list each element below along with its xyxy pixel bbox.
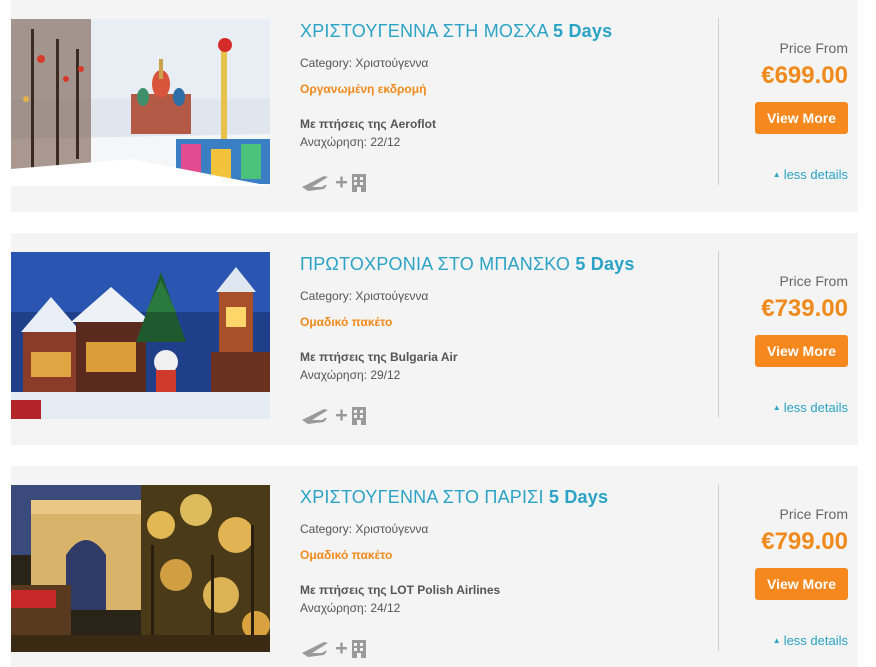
price-label: Price From — [779, 506, 848, 522]
offer-type: Ομαδικό πακέτο — [300, 548, 393, 562]
moscow-red-square-image[interactable] — [11, 19, 270, 186]
offer-departure: Αναχώρηση: 29/12 — [300, 368, 401, 382]
plus-icon — [336, 409, 347, 421]
offer-departure: Αναχώρηση: 24/12 — [300, 601, 401, 615]
offer-title[interactable]: ΠΡΩΤΟΧΡΟΝΙΑ ΣΤΟ ΜΠΑΝΣΚΟ 5 Days — [300, 254, 635, 275]
offer-category: Category: Χριστούγεννα — [300, 289, 429, 303]
offer-type: Οργανωμένη εκδρομή — [300, 82, 427, 96]
offer-category: Category: Χριστούγεννα — [300, 522, 429, 536]
hotel-icon — [352, 174, 366, 192]
offer-flights: Με πτήσεις της Bulgaria Air — [300, 350, 458, 364]
bansko-christmas-market-image[interactable] — [11, 252, 270, 419]
offer-title[interactable]: ΧΡΙΣΤΟΥΓΕΝΝΑ ΣΤΟ ΠΑΡΙΣΙ 5 Days — [300, 487, 608, 508]
offer-card: ΧΡΙΣΤΟΥΓΕΝΝΑ ΣΤΗ ΜΟΣΧΑ 5 Days Category: … — [11, 0, 858, 212]
view-more-button[interactable]: View More — [755, 568, 848, 600]
paris-arc-de-triomphe-image[interactable] — [11, 485, 270, 652]
divider — [718, 18, 719, 185]
view-more-button[interactable]: View More — [755, 102, 848, 134]
plus-icon — [336, 642, 347, 654]
less-details-link[interactable]: ▲ less details — [773, 167, 848, 182]
offer-departure: Αναχώρηση: 22/12 — [300, 135, 401, 149]
view-more-button[interactable]: View More — [755, 335, 848, 367]
triangle-up-icon: ▲ — [772, 403, 781, 412]
triangle-up-icon: ▲ — [772, 636, 781, 645]
hotel-icon — [352, 407, 366, 425]
offer-card: ΧΡΙΣΤΟΥΓΕΝΝΑ ΣΤΟ ΠΑΡΙΣΙ 5 Days Category:… — [11, 466, 858, 667]
price-value: €699.00 — [761, 62, 848, 89]
offer-flights: Με πτήσεις της LOT Polish Airlines — [300, 583, 501, 597]
price-value: €739.00 — [761, 295, 848, 322]
offer-title[interactable]: ΧΡΙΣΤΟΥΓΕΝΝΑ ΣΤΗ ΜΟΣΧΑ 5 Days — [300, 21, 612, 42]
divider — [718, 484, 719, 651]
plus-icon — [336, 176, 347, 188]
offer-flights: Με πτήσεις της Aeroflot — [300, 117, 436, 131]
offer-category: Category: Χριστούγεννα — [300, 56, 429, 70]
less-details-link[interactable]: ▲ less details — [773, 633, 848, 648]
package-includes — [300, 170, 370, 194]
price-value: €799.00 — [761, 528, 848, 555]
plane-icon — [302, 642, 328, 657]
hotel-icon — [352, 640, 366, 658]
offer-card: ΠΡΩΤΟΧΡΟΝΙΑ ΣΤΟ ΜΠΑΝΣΚΟ 5 Days Category:… — [11, 233, 858, 445]
package-includes — [300, 403, 370, 427]
divider — [718, 251, 719, 418]
triangle-up-icon: ▲ — [772, 170, 781, 179]
plane-icon — [302, 409, 328, 424]
price-label: Price From — [779, 273, 848, 289]
less-details-link[interactable]: ▲ less details — [773, 400, 848, 415]
package-includes — [300, 636, 370, 660]
offer-type: Ομαδικό πακέτο — [300, 315, 393, 329]
plane-icon — [302, 176, 328, 191]
price-label: Price From — [779, 40, 848, 56]
